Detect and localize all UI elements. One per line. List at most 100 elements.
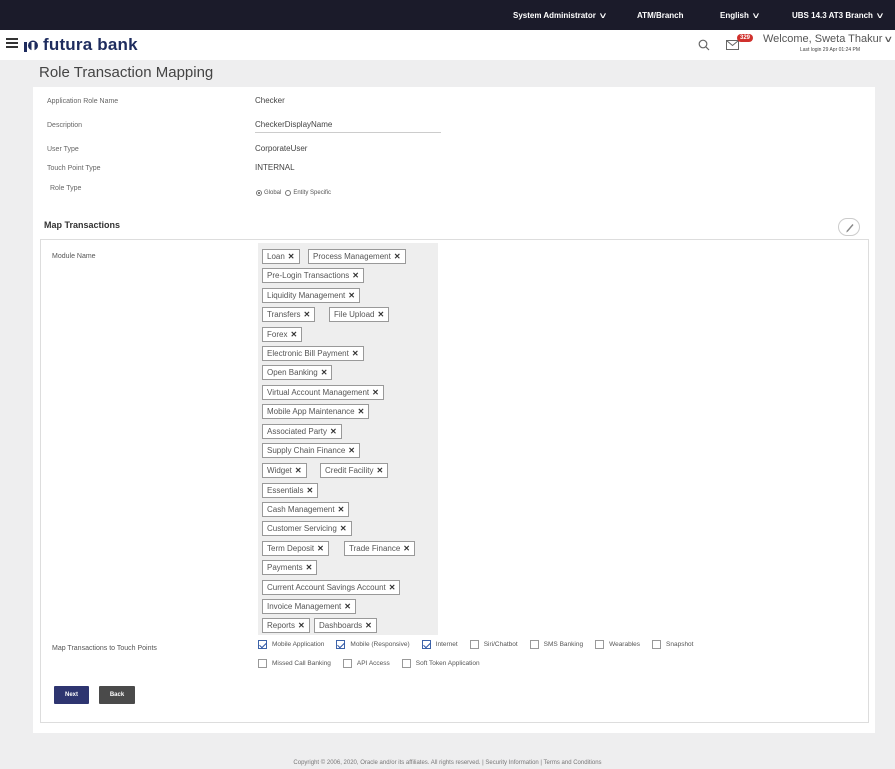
remove-icon[interactable]: ✕ [344, 602, 351, 611]
module-chip-label: Liquidity Management [267, 291, 346, 300]
module-chip: Reports ✕ [262, 618, 310, 633]
branch-label: UBS 14.3 AT3 Branch [792, 11, 873, 20]
mobile-application-label: Mobile Application [272, 641, 325, 648]
remove-icon[interactable]: ✕ [290, 330, 297, 339]
description-field[interactable]: CheckerDisplayName [255, 120, 332, 129]
remove-icon[interactable]: ✕ [298, 621, 305, 630]
module-chip-label: Forex [267, 330, 288, 339]
role-type-row: Role Type [33, 182, 875, 198]
next-button[interactable]: Next [54, 686, 89, 704]
remove-icon[interactable]: ✕ [330, 427, 337, 436]
snapshot-checkbox[interactable] [652, 640, 662, 649]
wearables-checkbox[interactable] [595, 640, 605, 649]
remove-icon[interactable]: ✕ [372, 388, 379, 397]
bank-logo-icon [24, 40, 38, 52]
remove-icon[interactable]: ✕ [306, 563, 313, 572]
module-chip-label: Invoice Management [267, 602, 342, 611]
touch-points-row-2: Missed Call Banking API Access Soft Toke… [258, 659, 492, 668]
siri-chatbot-checkbox[interactable] [469, 640, 479, 649]
module-chip-label: Dashboards [319, 621, 363, 630]
remove-icon[interactable]: ✕ [348, 446, 355, 455]
wearables-label: Wearables [609, 641, 641, 648]
top-bar: System Administrator ∨ ATM/Branch English… [0, 0, 895, 30]
module-chip: Dashboards ✕ [314, 618, 377, 633]
remove-icon[interactable]: ✕ [340, 524, 347, 533]
bank-logo-text[interactable]: futura bank [43, 35, 138, 55]
remove-icon[interactable]: ✕ [365, 621, 372, 630]
remove-icon[interactable]: ✕ [389, 583, 396, 592]
app-header: futura bank 329 Welcome, Sweta Thakur∨ L… [0, 30, 895, 60]
remove-icon[interactable]: ✕ [358, 407, 365, 416]
module-chip: Term Deposit ✕ [262, 541, 329, 556]
remove-icon[interactable]: ✕ [304, 310, 311, 319]
remove-icon[interactable]: ✕ [403, 544, 410, 553]
module-chip-label: Transfers [267, 310, 301, 319]
mail-icon[interactable] [726, 40, 739, 50]
module-chip: Credit Facility ✕ [320, 463, 389, 478]
module-chip: Electronic Bill Payment ✕ [262, 346, 364, 361]
app-role-label: Application Role Name [47, 98, 119, 105]
module-chip-label: Essentials [267, 486, 304, 495]
module-chip: Loan ✕ [262, 249, 300, 264]
module-chip-label: Supply Chain Finance [267, 446, 346, 455]
remove-icon[interactable]: ✕ [317, 544, 324, 553]
remove-icon[interactable]: ✕ [394, 252, 401, 261]
mobile-application-checkbox[interactable] [258, 640, 267, 649]
footer-text: Copyright © 2006, 2020, Oracle and/or it… [293, 760, 602, 766]
app-role-value: Checker [255, 96, 285, 105]
remove-icon[interactable]: ✕ [288, 252, 295, 261]
touch-point-type-row: Touch Point Type INTERNAL [33, 162, 875, 178]
channel-link[interactable]: ATM/Branch [637, 11, 684, 20]
module-chip-label: Electronic Bill Payment [267, 349, 349, 358]
hamburger-menu-icon[interactable] [6, 38, 18, 48]
module-chip-label: Mobile App Maintenance [267, 407, 355, 416]
module-name-label: Module Name [52, 253, 96, 260]
missed-call-banking-checkbox[interactable] [258, 659, 267, 668]
module-chip: Open Banking ✕ [262, 365, 333, 380]
remove-icon[interactable]: ✕ [306, 486, 313, 495]
remove-icon[interactable]: ✕ [377, 310, 384, 319]
mobile-responsive-checkbox[interactable] [336, 640, 346, 649]
internet-checkbox[interactable] [421, 640, 431, 649]
back-button[interactable]: Back [99, 686, 135, 704]
remove-icon[interactable]: ✕ [295, 466, 302, 475]
search-icon[interactable] [698, 39, 710, 51]
remove-icon[interactable]: ✕ [352, 271, 359, 280]
module-chip-label: Open Banking [267, 368, 318, 377]
module-chip: Current Account Savings Account ✕ [262, 580, 401, 595]
remove-icon[interactable]: ✕ [348, 291, 355, 300]
module-chip: Widget ✕ [262, 463, 307, 478]
role-type-entity-radio[interactable] [285, 190, 292, 196]
edit-button[interactable] [838, 218, 860, 236]
remove-icon[interactable]: ✕ [321, 368, 328, 377]
chevron-down-icon: ∨ [883, 34, 894, 44]
module-chip: Virtual Account Management ✕ [262, 385, 384, 400]
module-chip: Transfers ✕ [262, 307, 316, 322]
language-menu[interactable]: English ∨ [720, 11, 761, 20]
chevron-down-icon: ∨ [751, 11, 761, 20]
sms-banking-checkbox[interactable] [529, 640, 539, 649]
module-chip-label: File Upload [334, 310, 375, 319]
remove-icon[interactable]: ✕ [376, 466, 383, 475]
api-access-checkbox[interactable] [342, 659, 352, 668]
description-label: Description [47, 122, 83, 129]
soft-token-application-label: Soft Token Application [415, 660, 480, 667]
touch-point-type-label: Touch Point Type [47, 165, 101, 172]
user-type-value: CorporateUser [255, 144, 308, 153]
welcome-user-menu[interactable]: Welcome, Sweta Thakur∨ [763, 33, 894, 45]
module-chip-label: Widget [267, 466, 292, 475]
branch-menu[interactable]: UBS 14.3 AT3 Branch ∨ [792, 11, 885, 20]
page-title: Role Transaction Mapping [39, 64, 214, 81]
module-chip: Process Management ✕ [308, 249, 406, 264]
api-access-label: API Access [356, 660, 390, 667]
remove-icon[interactable]: ✕ [352, 349, 359, 358]
user-role-menu[interactable]: System Administrator ∨ [513, 11, 607, 20]
touch-point-type-value: INTERNAL [255, 163, 295, 172]
module-chip-area[interactable]: Loan ✕ Process Management ✕ Pre-Login Tran… [258, 243, 438, 635]
soft-token-application-checkbox[interactable] [401, 659, 411, 668]
remove-icon[interactable]: ✕ [338, 505, 345, 514]
module-chip-label: Cash Management [267, 505, 335, 514]
role-type-global-radio[interactable] [256, 190, 262, 196]
user-type-label: User Type [47, 146, 79, 153]
touch-points-row-1: Mobile Application Mobile (Responsive) I… [258, 640, 705, 649]
